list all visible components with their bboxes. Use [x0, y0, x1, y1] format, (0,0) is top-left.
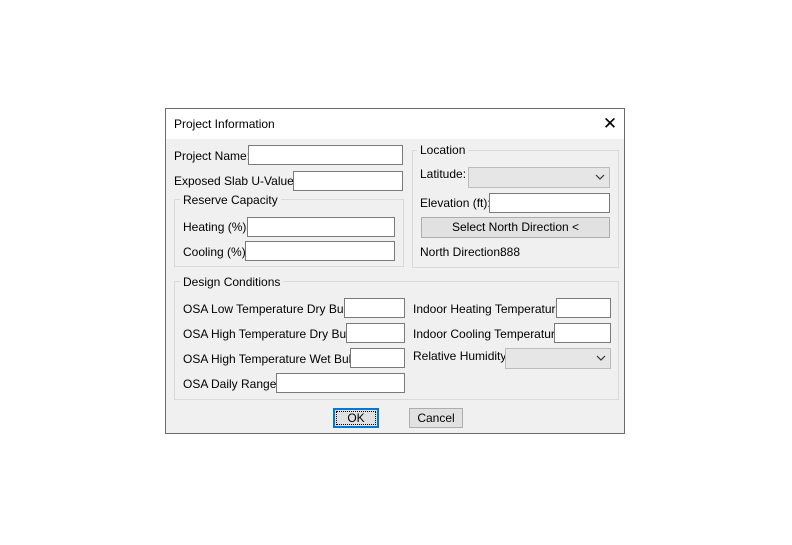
osa-daily-range-input[interactable]	[276, 373, 405, 393]
close-icon[interactable]: ✕	[599, 114, 621, 134]
osa-high-dry-bulb-input[interactable]	[346, 323, 405, 343]
osa-high-wet-bulb-label: OSA High Temperature Wet Bulb:	[183, 352, 362, 366]
project-name-label: Project Name:	[174, 149, 251, 163]
osa-high-dry-bulb-label: OSA High Temperature Dry Bulb:	[183, 327, 359, 341]
indoor-cooling-input[interactable]	[554, 323, 611, 343]
elevation-label: Elevation (ft):	[420, 196, 491, 210]
indoor-cooling-label: Indoor Cooling Temperature:	[413, 327, 565, 341]
osa-high-wet-bulb-input[interactable]	[350, 348, 405, 368]
indoor-heating-input[interactable]	[556, 298, 611, 318]
reserve-capacity-title: Reserve Capacity	[180, 193, 281, 207]
indoor-heating-label: Indoor Heating Temperature:	[413, 302, 566, 316]
cancel-button[interactable]: Cancel	[409, 408, 463, 428]
project-information-dialog: Project Information ✕ Project Name: Expo…	[165, 108, 625, 434]
elevation-input[interactable]	[489, 193, 610, 213]
relative-humidity-label: Relative Humidity:	[413, 349, 510, 363]
relative-humidity-dropdown[interactable]	[505, 348, 611, 369]
north-direction-label: North Direction:	[420, 245, 504, 259]
project-name-input[interactable]	[248, 145, 403, 165]
select-north-direction-button[interactable]: Select North Direction <	[421, 217, 610, 238]
latitude-dropdown[interactable]	[468, 167, 610, 188]
dialog-title: Project Information	[174, 117, 275, 131]
chevron-down-icon	[596, 355, 606, 361]
latitude-label: Latitude:	[420, 167, 467, 181]
osa-low-dry-bulb-label: OSA Low Temperature Dry Bulb:	[183, 302, 357, 316]
location-title: Location	[417, 143, 469, 157]
cooling-input[interactable]	[245, 241, 395, 261]
osa-low-dry-bulb-input[interactable]	[344, 298, 405, 318]
heating-input[interactable]	[247, 217, 395, 237]
focus-ring	[336, 411, 376, 425]
design-conditions-title: Design Conditions	[180, 275, 284, 289]
north-direction-value: 888	[500, 245, 521, 259]
chevron-down-icon	[595, 174, 605, 180]
cooling-label: Cooling (%):	[183, 245, 250, 259]
slab-u-value-label: Exposed Slab U-Value:	[174, 174, 298, 188]
heating-label: Heating (%):	[183, 220, 250, 234]
title-bar: Project Information ✕	[166, 109, 624, 139]
slab-u-value-input[interactable]	[293, 171, 403, 191]
ok-button[interactable]: OK	[333, 408, 379, 428]
osa-daily-range-label: OSA Daily Range:	[183, 377, 280, 391]
